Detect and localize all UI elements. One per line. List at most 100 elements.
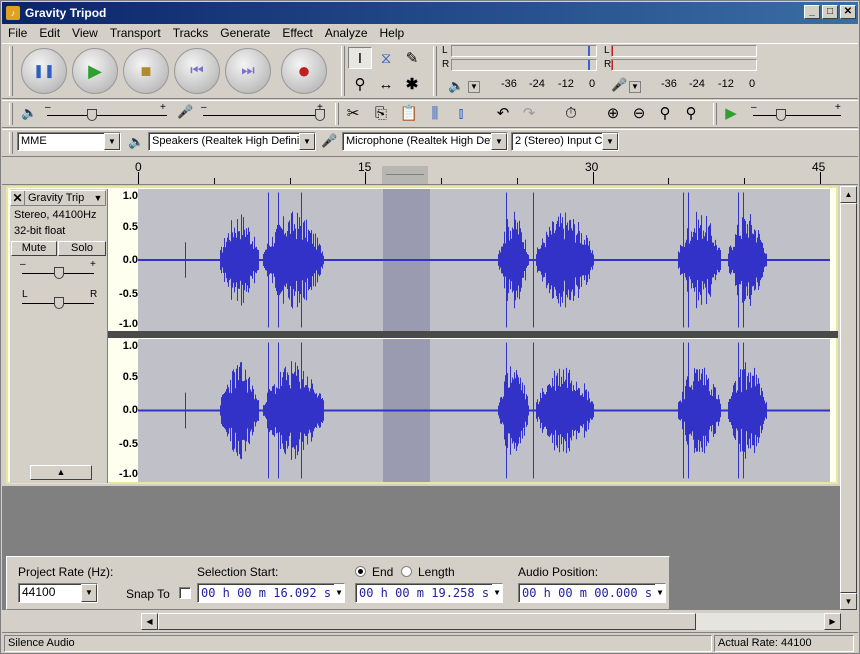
menu-file[interactable]: File	[2, 26, 33, 40]
menu-help[interactable]: Help	[374, 26, 411, 40]
output-device-combo[interactable]: Speakers (Realtek High Definiti ▼	[148, 132, 316, 151]
multi-tool-button[interactable]: ✱	[400, 73, 424, 95]
ruler-tick	[668, 178, 670, 184]
playback-meter-menu-button[interactable]: ▼	[468, 81, 480, 93]
fit-selection-button[interactable]: ⚲	[653, 102, 677, 124]
device-grip[interactable]	[9, 132, 13, 154]
scroll-right-arrow-icon[interactable]: ▶	[824, 613, 841, 630]
zoom-tool-button[interactable]: ⚲	[348, 73, 372, 95]
play-speed-slider[interactable]	[776, 109, 786, 121]
track-menu-chevron-icon[interactable]: ▼	[91, 193, 105, 203]
horizontal-scroll-thumb[interactable]	[158, 613, 696, 630]
input-channels-combo[interactable]: 2 (Stereo) Input C ▼	[511, 132, 619, 151]
record-meter-right[interactable]	[611, 59, 757, 71]
minimize-button[interactable]: _	[804, 5, 820, 19]
ruler-tick	[441, 178, 442, 184]
copy-button[interactable]: ⎘	[369, 102, 393, 124]
skip-start-icon: ⏮	[190, 62, 204, 79]
speaker-icon: 🔈	[448, 78, 465, 93]
selection-tool-button[interactable]: I	[348, 47, 372, 69]
input-device-combo[interactable]: Microphone (Realtek High Defi ▼	[342, 132, 508, 151]
selection-toolbar: Project Rate (Hz): 44100 ▼ Snap To Selec…	[6, 556, 670, 610]
project-rate-combo[interactable]: 44100 ▼	[18, 583, 98, 603]
waveform-channel-left[interactable]	[138, 189, 830, 331]
edit-grip[interactable]	[335, 103, 339, 125]
redo-button[interactable]: ↷	[517, 102, 541, 124]
trim-button[interactable]: ⫼	[423, 102, 447, 124]
amplitude-scale-label: -1.0	[119, 468, 138, 480]
snap-to-checkbox[interactable]	[179, 587, 191, 599]
ruler-tick	[516, 178, 518, 184]
ruler-tick	[744, 178, 745, 184]
draw-tool-button[interactable]: ✎	[400, 47, 424, 69]
toolbar-grip[interactable]	[9, 46, 13, 96]
pan-slider[interactable]	[54, 297, 64, 309]
mute-button[interactable]: Mute	[11, 241, 57, 256]
fit-project-button[interactable]: ⚲	[679, 102, 703, 124]
solo-button[interactable]: Solo	[58, 241, 106, 256]
scroll-down-arrow-icon[interactable]: ▼	[840, 593, 857, 610]
close-button[interactable]: ✕	[840, 5, 856, 19]
play-button[interactable]: ▶	[72, 48, 118, 94]
skip-to-end-button[interactable]: ⏭	[225, 48, 271, 94]
length-radio[interactable]	[401, 566, 412, 577]
playback-meter-right[interactable]	[451, 59, 597, 71]
selection-end-time[interactable]: 00 h 00 m 19.258 s ▼	[355, 583, 503, 603]
menu-edit[interactable]: Edit	[33, 26, 66, 40]
gain-slider[interactable]	[54, 267, 64, 279]
amplitude-scale-label: 1.0	[122, 340, 138, 352]
silence-button[interactable]: ⫾	[449, 102, 473, 124]
record-button[interactable]: ●	[281, 48, 327, 94]
envelope-tool-button[interactable]: ⧖	[374, 47, 398, 69]
play-at-speed-grip[interactable]	[713, 103, 717, 125]
menu-tracks[interactable]: Tracks	[167, 26, 215, 40]
status-actual-rate: Actual Rate: 44100	[714, 635, 854, 652]
menu-analyze[interactable]: Analyze	[319, 26, 374, 40]
amplitude-scale-label: 1.0	[122, 190, 138, 202]
timeline-ruler[interactable]: 0 15 30 45	[2, 158, 858, 185]
ruler-selection-marker[interactable]	[382, 166, 428, 184]
horizontal-scrollbar[interactable]: ◀ ▶	[141, 613, 841, 630]
record-meter-menu-button[interactable]: ▼	[629, 81, 641, 93]
stop-button[interactable]: ■	[123, 48, 169, 94]
record-meter-left[interactable]	[611, 45, 757, 57]
audio-position-time[interactable]: 00 h 00 m 00.000 s ▼	[518, 583, 666, 603]
undo-button[interactable]: ↶	[491, 102, 515, 124]
zoom-out-button[interactable]: ⊖	[627, 102, 651, 124]
zoom-in-button[interactable]: ⊕	[601, 102, 625, 124]
selection-start-value: 00 h 00 m 16.092 s	[201, 586, 332, 600]
skip-to-start-button[interactable]: ⏮	[174, 48, 220, 94]
cut-button[interactable]: ✂	[341, 102, 365, 124]
audio-track[interactable]: ✕ Gravity Trip ▼ Stereo, 44100Hz 32-bit …	[6, 186, 838, 484]
collapse-track-button[interactable]: ▲	[30, 465, 92, 480]
menu-effect[interactable]: Effect	[276, 26, 318, 40]
input-volume-slider[interactable]	[315, 109, 325, 121]
selection-start-time[interactable]: 00 h 00 m 16.092 s ▼	[197, 583, 345, 603]
scroll-left-arrow-icon[interactable]: ◀	[141, 613, 158, 630]
close-track-icon[interactable]: ✕	[11, 191, 25, 205]
play-at-speed-button[interactable]: ▶	[719, 102, 743, 124]
end-radio[interactable]	[355, 566, 366, 577]
playback-scale-tick: -24	[529, 78, 545, 90]
slider-minus-label: –	[201, 102, 207, 113]
meter-grip[interactable]	[433, 46, 437, 96]
paste-button[interactable]: 📋	[397, 102, 421, 124]
menu-view[interactable]: View	[66, 26, 104, 40]
sync-lock-button[interactable]: ⏱	[559, 102, 583, 124]
menu-transport[interactable]: Transport	[104, 26, 167, 40]
time-shift-tool-button[interactable]: ↔	[374, 73, 398, 95]
output-volume-slider[interactable]	[87, 109, 97, 121]
vertical-scrollbar[interactable]: ▲ ▼	[840, 186, 857, 610]
maximize-button[interactable]: □	[822, 5, 838, 19]
mixer-grip[interactable]	[9, 103, 13, 125]
playback-meter-left[interactable]	[451, 45, 597, 57]
audio-host-combo[interactable]: MME ▼	[17, 132, 121, 151]
scroll-up-arrow-icon[interactable]: ▲	[840, 186, 857, 203]
vertical-scroll-thumb[interactable]	[840, 203, 857, 593]
waveform-channel-right[interactable]	[138, 339, 830, 482]
menu-generate[interactable]: Generate	[214, 26, 276, 40]
tools-grip[interactable]	[341, 46, 345, 96]
pause-button[interactable]: ❚❚	[21, 48, 67, 94]
track-name[interactable]: Gravity Trip	[25, 192, 91, 204]
record-scale-tick: -24	[689, 78, 705, 90]
